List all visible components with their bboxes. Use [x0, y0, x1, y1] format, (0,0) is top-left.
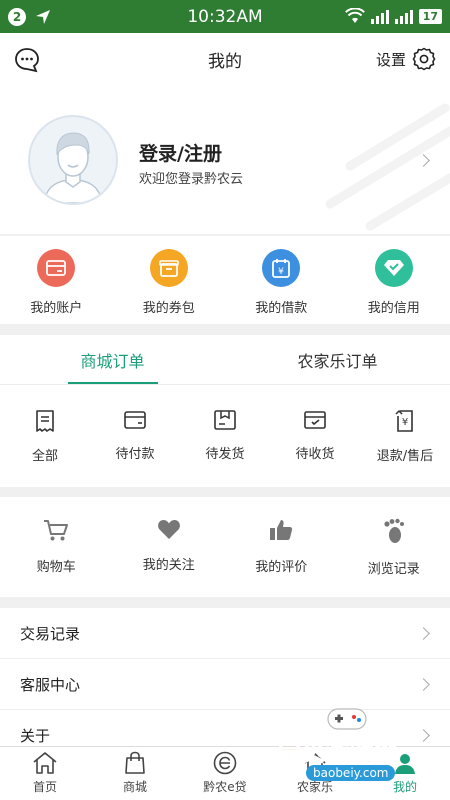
favorites-row: 购物车 我的关注 我的评价 浏览记录: [0, 497, 450, 597]
tab-label: 农家乐: [296, 780, 333, 794]
order-pending-receipt[interactable]: 待收货: [270, 385, 360, 486]
svg-text:¥: ¥: [402, 417, 408, 428]
order-pending-shipment[interactable]: 待发货: [180, 385, 270, 486]
cart-icon: [44, 520, 69, 541]
bottom-tab-bar: 首页 商城 黔农e贷 农家乐 我的: [0, 746, 450, 800]
order-label: 待收货: [295, 447, 335, 462]
yuan-calendar-icon: ¥: [262, 249, 301, 287]
chevron-right-icon: [417, 678, 430, 691]
order-status-row: 全部 待付款 待发货 待收货 ¥ 退款/售后: [0, 385, 450, 486]
order-tabs: 商城订单 农家乐订单: [0, 335, 450, 385]
settings-label: 设置: [375, 50, 406, 69]
quick-label: 我的借款: [255, 301, 308, 316]
fav-cart[interactable]: 购物车: [0, 497, 113, 597]
gear-icon: [412, 47, 436, 71]
coupon-box-icon: [149, 249, 188, 287]
menu-label: 交易记录: [20, 624, 81, 643]
profile-card[interactable]: 登录/注册 欢迎您登录黔农云: [0, 86, 450, 234]
tab-farmhouse[interactable]: 农家乐: [270, 747, 360, 800]
wifi-icon: [344, 8, 365, 23]
e-loan-icon: [213, 751, 237, 775]
chevron-right-icon: [417, 627, 430, 640]
diamond-check-icon: [374, 249, 413, 287]
login-register-title[interactable]: 登录/注册: [139, 139, 222, 166]
svg-text:¥: ¥: [278, 267, 284, 277]
receipt-icon: [36, 410, 54, 432]
top-header: 我的 设置: [0, 33, 450, 86]
order-label: 待付款: [115, 447, 155, 462]
tab-e-loan[interactable]: 黔农e贷: [180, 747, 270, 800]
thumbs-up-icon: [270, 520, 293, 540]
quick-item-loans[interactable]: ¥ 我的借款: [225, 236, 338, 324]
quick-item-credit[interactable]: 我的信用: [338, 236, 450, 324]
quick-actions: 我的账户 我的券包 ¥ 我的借款 我的信用: [0, 236, 450, 324]
tab-mall-orders[interactable]: 商城订单: [0, 335, 225, 384]
quick-label: 我的券包: [142, 301, 195, 316]
fav-label: 浏览记录: [367, 562, 420, 577]
quick-label: 我的账户: [30, 301, 83, 316]
chevron-right-icon: [417, 729, 430, 742]
orders-section: 商城订单 农家乐订单 全部 待付款 待发货 待收货 ¥ 退款/售后: [0, 335, 450, 487]
menu-label: 关于: [20, 726, 51, 745]
home-icon: [33, 752, 57, 774]
order-all[interactable]: 全部: [0, 385, 90, 486]
heart-icon: [157, 520, 180, 539]
fav-reviews[interactable]: 我的评价: [225, 497, 338, 597]
tab-home[interactable]: 首页: [0, 747, 90, 800]
tab-label: 黔农e贷: [203, 780, 247, 794]
tab-label: 我的: [392, 780, 417, 794]
fav-follows[interactable]: 我的关注: [113, 497, 226, 597]
settings-button[interactable]: 设置: [376, 47, 436, 71]
farmhouse-icon: [304, 753, 326, 774]
quick-item-account[interactable]: 我的账户: [0, 236, 113, 324]
menu-label: 客服中心: [20, 675, 81, 694]
order-label: 待发货: [205, 447, 245, 462]
user-avatar-icon: [43, 132, 103, 203]
tab-mine[interactable]: 我的: [360, 747, 450, 800]
signal-icon: [370, 8, 389, 24]
tab-mall[interactable]: 商城: [90, 747, 180, 800]
message-button[interactable]: [14, 47, 40, 73]
menu-list: 交易记录 客服中心 关于: [0, 608, 450, 761]
avatar[interactable]: [28, 115, 118, 205]
quick-item-coupons[interactable]: 我的券包: [113, 236, 226, 324]
wallet-icon: [37, 249, 76, 287]
fav-label: 购物车: [36, 560, 76, 575]
welcome-text: 欢迎您登录黔农云: [139, 172, 244, 187]
shopping-bag-icon: [125, 751, 145, 774]
signal-icon-2: [394, 8, 413, 24]
delivery-box-icon: [304, 411, 326, 429]
order-pending-payment[interactable]: 待付款: [90, 385, 180, 486]
refund-icon: ¥: [395, 409, 413, 432]
page-title: 我的: [208, 52, 242, 72]
quick-label: 我的信用: [367, 301, 420, 316]
package-icon: [214, 410, 236, 430]
fav-label: 我的评价: [255, 560, 308, 575]
footprint-icon: [384, 518, 404, 543]
profile-icon: [395, 754, 415, 774]
tab-farmhouse-orders[interactable]: 农家乐订单: [225, 335, 450, 384]
fav-label: 我的关注: [142, 558, 195, 573]
menu-item-customer-service[interactable]: 客服中心: [0, 659, 450, 710]
tab-label: 首页: [32, 780, 57, 794]
order-label: 全部: [31, 449, 58, 464]
fav-history[interactable]: 浏览记录: [338, 497, 450, 597]
card-icon: [124, 411, 146, 429]
battery-indicator: 17: [418, 8, 442, 24]
order-label: 退款/售后: [376, 449, 434, 464]
tab-label: 商城: [122, 780, 147, 794]
chat-bubble-icon: [15, 48, 39, 73]
status-bar: 2 10:32AM 17: [0, 0, 450, 33]
menu-item-transactions[interactable]: 交易记录: [0, 608, 450, 659]
order-refund[interactable]: ¥ 退款/售后: [360, 385, 450, 486]
